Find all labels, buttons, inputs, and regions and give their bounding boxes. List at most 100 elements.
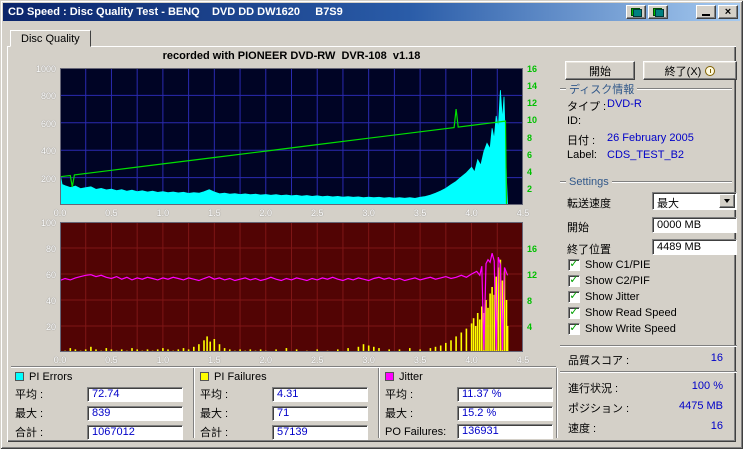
disc-label-label: Label: [567, 149, 597, 161]
check-icon: ✓ [569, 258, 579, 270]
stat-label: 平均 : [200, 389, 229, 401]
start-button[interactable]: 開始 [565, 61, 635, 80]
disc-date-value: 26 February 2005 [607, 132, 694, 144]
bar [470, 323, 473, 352]
bar [476, 313, 479, 352]
stat-label: PO Failures: [385, 425, 447, 438]
progress-value: 100 % [691, 380, 723, 392]
checkbox-box[interactable]: ✓ [568, 290, 580, 303]
start-position-field[interactable]: 0000 MB [652, 217, 737, 233]
settings-title: Settings [569, 176, 609, 188]
quality-divider [560, 345, 737, 347]
axis-label: 200 [40, 173, 56, 184]
checkbox-show-read-speed[interactable]: ✓ Show Read Speed [568, 306, 677, 319]
quality-score-label: 品質スコア : [568, 355, 630, 367]
stat-value: 839 [87, 405, 183, 421]
disc-id-label: ID: [567, 115, 582, 127]
stat-value: 71 [272, 405, 368, 421]
end-position-field[interactable]: 4489 MB [652, 239, 737, 255]
tab-disc-quality[interactable]: Disc Quality [10, 30, 91, 47]
settings-section: Settings [560, 176, 732, 188]
bar [472, 318, 475, 352]
exit-button[interactable]: 終了(X) [643, 61, 737, 80]
bar [465, 328, 468, 352]
bar [506, 326, 509, 352]
pi-failures-swatch-icon [200, 372, 209, 381]
start-position-label: 開始 [567, 222, 589, 234]
stat-label: 平均 : [15, 389, 44, 401]
axis-label: 2.0 [259, 355, 273, 365]
chart-header: recorded with PIONEER DVD-RW DVR-108 v1.… [162, 50, 421, 62]
axis-label: 40 [45, 296, 56, 306]
minimize-button[interactable] [696, 5, 716, 19]
quality-score-value: 16 [710, 352, 723, 364]
bar [213, 339, 216, 352]
axis-label: 4 [527, 322, 533, 332]
titlebar-icon-button-1[interactable] [626, 5, 646, 19]
axis-label: 2.0 [259, 208, 273, 218]
axis-label: 20 [45, 322, 56, 332]
disc-date-label: 日付 : [567, 135, 596, 147]
bar [479, 319, 481, 352]
checkbox-box[interactable]: ✓ [568, 306, 580, 319]
axis-label: 8 [527, 132, 533, 143]
stats-divider [11, 366, 556, 368]
checkbox-box[interactable]: ✓ [568, 322, 580, 335]
checkbox-label: Show Jitter [585, 290, 640, 303]
close-button[interactable]: × [718, 5, 738, 19]
disc-type-label: タイプ : [567, 101, 607, 113]
axis-label: 14 [527, 81, 538, 92]
bar [450, 340, 452, 352]
axis-label: 4.5 [516, 208, 530, 218]
bar [206, 336, 208, 352]
jitter-swatch-icon [385, 372, 394, 381]
checkbox-box[interactable]: ✓ [568, 274, 580, 287]
checkbox-box[interactable]: ✓ [568, 258, 580, 271]
axis-label: 6 [527, 149, 533, 160]
green-window-icon [630, 7, 642, 17]
stat-label: 最大 : [200, 408, 229, 420]
checkbox-show-jitter[interactable]: ✓ Show Jitter [568, 290, 639, 303]
pi-failures-stats: PI Failures 平均 : 4.31 最大 : 71 合計 : 57139 [200, 370, 376, 440]
stat-label: 合計 : [200, 427, 229, 439]
bar [474, 326, 477, 352]
stat-value: 136931 [457, 424, 553, 439]
tab-label: Disc Quality [21, 33, 80, 45]
bar [491, 287, 493, 352]
bar [218, 344, 221, 352]
stats-separator [378, 368, 380, 438]
section-line [611, 181, 732, 183]
dropdown-button[interactable] [719, 194, 735, 208]
transfer-speed-dropdown[interactable]: 最大 [652, 192, 737, 210]
axis-label: 2.5 [310, 208, 324, 218]
speed-value: 16 [710, 420, 723, 432]
axis-label: 0.0 [53, 208, 67, 218]
check-icon: ✓ [569, 306, 579, 318]
jitter-stats: Jitter 平均 : 11.37 % 最大 : 15.2 % PO Failure… [385, 370, 561, 439]
check-icon: ✓ [569, 274, 579, 286]
window-title: CD Speed : Disc Quality Test - BENQ DVD … [8, 6, 343, 18]
bar [209, 341, 211, 352]
titlebar[interactable]: CD Speed : Disc Quality Test - BENQ DVD … [3, 3, 740, 21]
position-value: 4475 MB [678, 400, 723, 412]
disc-info-title: ディスク情報 [569, 84, 635, 96]
disc-type-value: DVD-R [607, 98, 642, 110]
stats-group-name: PI Failures [214, 370, 267, 383]
checkbox-show-c2-pif[interactable]: ✓ Show C2/PIF [568, 274, 650, 287]
checkbox-show-write-speed[interactable]: ✓ Show Write Speed [568, 322, 676, 335]
bar [445, 342, 447, 352]
axis-label: 4.0 [465, 355, 478, 365]
axis-label: 600 [40, 118, 56, 129]
axis-label: 1.0 [156, 208, 170, 218]
minimize-icon [702, 9, 710, 16]
tab-page: recorded with PIONEER DVD-RW DVR-108 v1.… [7, 46, 737, 442]
checkbox-label: Show Write Speed [585, 322, 676, 335]
checkbox-show-c1-pie[interactable]: ✓ Show C1/PIE [568, 258, 650, 271]
stat-label: 平均 : [385, 389, 414, 401]
stat-value: 1067012 [87, 424, 183, 440]
axis-label: 4 [527, 166, 533, 177]
titlebar-icon-button-2[interactable] [648, 5, 668, 19]
axis-label: 12 [527, 270, 538, 280]
section-line [637, 88, 732, 90]
transfer-speed-value: 最大 [657, 198, 679, 210]
